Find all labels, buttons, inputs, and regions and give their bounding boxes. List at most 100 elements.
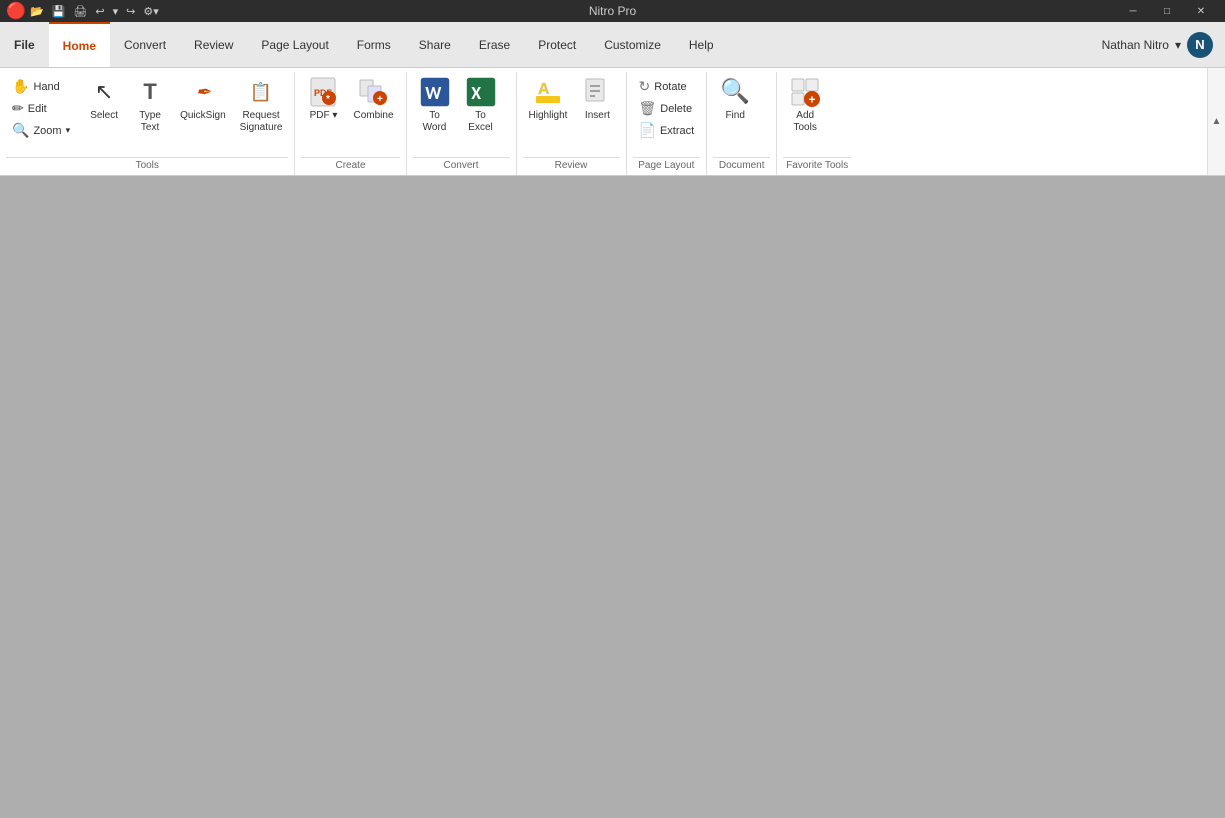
page-layout-tab[interactable]: Page Layout [247,22,342,67]
rotate-icon: ↻ [639,78,651,95]
convert-group-label: Convert [413,157,510,175]
delete-button[interactable]: 🗑 Delete [633,98,701,119]
hand-button[interactable]: ✋ Hand [6,76,76,97]
redo-button[interactable]: ↪ [124,5,137,18]
view-tools-col: ✋ Hand ✏ Edit 🔍 Zoom ▾ [6,72,76,141]
save-button[interactable]: 💾 [50,5,68,18]
extract-button[interactable]: 📄 Extract [633,120,701,141]
share-tab[interactable]: Share [405,22,465,67]
avatar: N [1187,32,1213,58]
svg-text:+: + [809,93,816,107]
type-text-label: TypeText [139,110,161,134]
to-excel-button[interactable]: X ToExcel [459,72,503,138]
request-signature-label: RequestSignature [240,110,283,134]
to-word-label: ToWord [423,110,447,134]
edit-button[interactable]: ✏ Edit [6,98,76,119]
to-word-button[interactable]: W ToWord [413,72,457,138]
edit-label: Edit [28,103,47,115]
delete-icon: 🗑 [639,100,657,117]
user-menu[interactable]: Nathan Nitro ▾ N [1090,22,1225,67]
add-tools-button[interactable]: + AddTools [783,72,827,138]
review-content: A Highlight Insert [523,72,620,157]
to-excel-label: ToExcel [468,110,492,134]
user-dropdown-icon: ▾ [1175,38,1181,52]
home-tab[interactable]: Home [49,22,110,67]
add-tools-icon: + [789,76,821,108]
app-logo: 🔴 [8,3,24,19]
hand-icon: ✋ [12,78,29,95]
tools-group-label: Tools [6,157,288,175]
ribbon: ✋ Hand ✏ Edit 🔍 Zoom ▾ ↖ Select [0,68,1225,176]
app-title: Nitro Pro [589,4,636,18]
find-label: Find [725,110,744,122]
page-layout-content: ↻ Rotate 🗑 Delete 📄 Extract [633,72,701,157]
print-button[interactable]: 🖨 [71,5,89,18]
pdf-button[interactable]: PDF * PDF ▾ [301,72,345,126]
find-button[interactable]: 🔍 Find [713,72,757,126]
highlight-button[interactable]: A Highlight [523,72,574,126]
ribbon-group-favorite-tools: + AddTools Favorite Tools [777,72,857,175]
undo-button[interactable]: ↩ [93,5,106,18]
undo-dropdown[interactable]: ▾ [111,5,121,18]
review-tab[interactable]: Review [180,22,247,67]
help-tab[interactable]: Help [675,22,728,67]
close-button[interactable]: ✕ [1185,0,1217,22]
page-layout-group-label: Page Layout [633,157,701,175]
pdf-label: PDF ▾ [310,110,338,122]
ribbon-group-document: 🔍 Find Document [707,72,777,175]
rotate-label: Rotate [654,81,686,93]
svg-text:*: * [326,94,330,105]
select-button[interactable]: ↖ Select [82,72,126,126]
combine-button[interactable]: + Combine [347,72,399,126]
favorite-tools-group-label: Favorite Tools [783,157,851,175]
svg-text:A: A [538,81,550,98]
to-word-icon: W [419,76,451,108]
quicksign-button[interactable]: ✒ QuickSign [174,72,232,126]
zoom-label: Zoom [33,125,61,137]
document-area [0,176,1225,818]
combine-icon: + [358,76,390,108]
zoom-icon: 🔍 [12,122,29,139]
titlebar-left: 🔴 📂 💾 🖨 ↩ ▾ ↪ ⚙▾ [8,3,161,19]
highlight-label: Highlight [529,110,568,122]
extract-label: Extract [660,125,694,137]
document-group-label: Document [713,157,770,175]
open-button[interactable]: 📂 [28,5,46,18]
menu-bar: File Home Convert Review Page Layout For… [0,22,1225,68]
rotate-button[interactable]: ↻ Rotate [633,76,701,97]
minimize-button[interactable]: ─ [1117,0,1149,22]
hand-label: Hand [33,81,59,93]
edit-icon: ✏ [12,100,24,117]
combine-label: Combine [353,110,393,122]
zoom-dropdown-icon: ▾ [66,125,71,136]
ribbon-scroll-button[interactable]: ▲ [1207,68,1225,175]
select-icon: ↖ [88,76,120,108]
protect-tab[interactable]: Protect [524,22,590,67]
create-group-label: Create [301,157,399,175]
zoom-button[interactable]: 🔍 Zoom ▾ [6,120,76,141]
page-layout-buttons: ↻ Rotate 🗑 Delete 📄 Extract [633,72,701,141]
type-text-icon: T [134,76,166,108]
insert-label: Insert [585,110,610,122]
type-text-button[interactable]: T TypeText [128,72,172,138]
add-tools-label: AddTools [794,110,817,134]
document-content: 🔍 Find [713,72,770,157]
file-menu[interactable]: File [0,22,49,67]
erase-tab[interactable]: Erase [465,22,524,67]
maximize-button[interactable]: □ [1151,0,1183,22]
insert-icon [581,76,613,108]
to-excel-icon: X [465,76,497,108]
customize-quick-access[interactable]: ⚙▾ [141,5,160,18]
forms-tab[interactable]: Forms [343,22,405,67]
quicksign-icon: ✒ [187,76,219,108]
ribbon-group-tools: ✋ Hand ✏ Edit 🔍 Zoom ▾ ↖ Select [0,72,295,175]
highlight-icon: A [532,76,564,108]
pdf-icon: PDF * [307,76,339,108]
convert-tab[interactable]: Convert [110,22,180,67]
quicksign-label: QuickSign [180,110,226,122]
title-bar: 🔴 📂 💾 🖨 ↩ ▾ ↪ ⚙▾ Nitro Pro ─ □ ✕ [0,0,1225,22]
svg-text:X: X [471,82,481,104]
request-signature-button[interactable]: 📋 RequestSignature [234,72,289,138]
insert-button[interactable]: Insert [575,72,619,126]
customize-tab[interactable]: Customize [590,22,675,67]
